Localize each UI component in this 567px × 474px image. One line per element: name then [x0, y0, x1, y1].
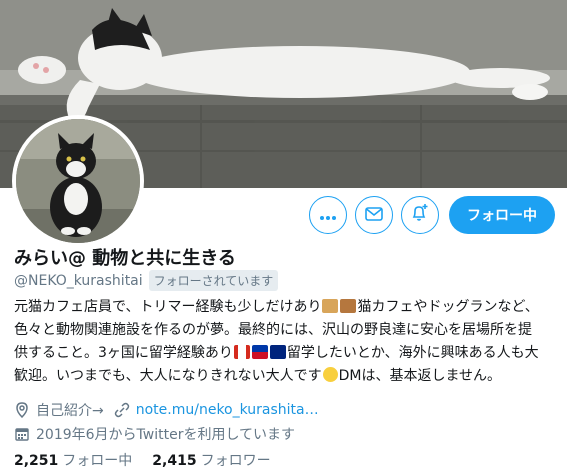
display-name: みらい@ 動物と共に生きる — [14, 248, 236, 269]
link-icon — [114, 402, 130, 418]
follows-you-badge: フォローされています — [148, 270, 279, 291]
profile-meta-location: 自己紹介→ note.mu/neko_kurashita… — [14, 400, 319, 420]
profile-actions: フォロー中 — [309, 196, 555, 234]
dog-emoji-icon — [322, 299, 339, 313]
joined-date-text: 2019年6月からTwitterを利用しています — [36, 427, 296, 443]
bio-text: 猫カフェやドッグランなど、 — [357, 299, 539, 315]
avatar-cat-photo — [16, 119, 140, 243]
notify-button[interactable] — [401, 196, 439, 234]
bio-text: 留学したいとか、海外に興味ある人も大 — [286, 345, 539, 361]
bell-plus-icon — [410, 203, 430, 227]
profile-url-link[interactable]: note.mu/neko_kurashita… — [136, 402, 319, 418]
more-icon — [319, 206, 337, 225]
followers-count: 2,415 — [152, 453, 197, 469]
handle-row: @NEKO_kurashitai フォローされています — [14, 270, 279, 291]
canada-flag-icon — [233, 345, 250, 359]
bio-text: DMは、基本返しません。 — [338, 368, 502, 384]
grinning-face-emoji-icon — [322, 367, 338, 382]
location-pin-icon — [14, 402, 30, 418]
profile-avatar[interactable] — [12, 115, 144, 247]
following-label: フォロー中 — [62, 453, 133, 469]
bio-text: 歓迎。いつまでも、大人になりきれない大人です — [14, 368, 322, 384]
more-button[interactable] — [309, 196, 347, 234]
bio-text: 元猫カフェ店員で、トリマー経験も少しだけあり — [14, 299, 322, 315]
following-stat[interactable]: 2,251 フォロー中 — [14, 450, 132, 470]
calendar-icon — [14, 426, 30, 442]
user-handle: @NEKO_kurashitai — [14, 272, 143, 289]
australia-flag-icon — [269, 345, 286, 359]
message-button[interactable] — [355, 196, 393, 234]
following-count: 2,251 — [14, 453, 59, 469]
following-button[interactable]: フォロー中 — [449, 196, 555, 234]
location-text: 自己紹介→ — [36, 403, 104, 419]
profile-stats: 2,251 フォロー中 2,415 フォロワー — [14, 450, 291, 470]
envelope-icon — [365, 206, 383, 225]
philippines-flag-icon — [251, 345, 268, 359]
bio-text: 供すること。3ヶ国に留学経験あり — [14, 345, 233, 361]
profile-bio: 元猫カフェ店員で、トリマー経験も少しだけあり 猫カフェやドッグランなど、 色々と動… — [14, 296, 554, 388]
profile-meta-joined: 2019年6月からTwitterを利用しています — [14, 424, 295, 444]
followers-stat[interactable]: 2,415 フォロワー — [152, 450, 270, 470]
bio-text: 色々と動物関連施設を作るのが夢。最終的には、沢山の野良達に安心を居場所を提 — [14, 322, 532, 338]
followers-label: フォロワー — [200, 453, 271, 469]
dog-2-emoji-icon — [340, 299, 357, 313]
